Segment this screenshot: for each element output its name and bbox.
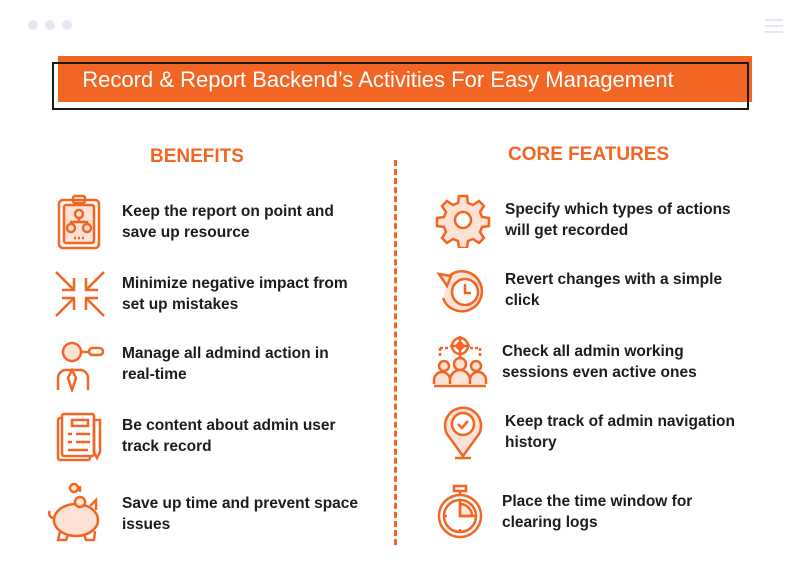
feature-item: Specify which types of actions will get … [435, 192, 745, 250]
feature-text: Place the time window for clearing logs [502, 493, 693, 531]
benefit-item: Save up time and prevent space issues [44, 482, 362, 546]
benefit-text: Save up time and prevent space issues [122, 495, 359, 533]
banner-title: Record & Report Backend’s Activities For… [82, 67, 674, 92]
feature-item: Check all admin working sessions even ac… [432, 334, 742, 390]
stopwatch-icon [432, 484, 488, 540]
feature-item: Keep track of admin navigation history [435, 404, 745, 460]
feature-item: Revert changes with a simple click [435, 262, 745, 318]
feature-text: Revert changes with a simple click [505, 271, 723, 309]
feature-text: Check all admin working sessions even ac… [502, 343, 697, 381]
benefits-title: BENEFITS [150, 146, 244, 167]
benefit-text: Be content about admin user track record [122, 417, 336, 455]
feature-item: Place the time window for clearing logs [432, 484, 742, 540]
benefit-text: Minimize negative impact from set up mis… [122, 275, 348, 313]
benefit-item: Keep the report on point and save up res… [52, 194, 362, 250]
arrows-inward-icon [52, 266, 108, 322]
revert-clock-icon [435, 262, 491, 318]
benefit-text: Keep the report on point and save up res… [122, 203, 334, 241]
target-users-icon [432, 334, 488, 390]
location-check-icon [435, 404, 491, 460]
hamburger-icon[interactable] [765, 19, 783, 37]
window-dot[interactable] [62, 20, 72, 30]
core-features-title: CORE FEATURES [508, 144, 670, 165]
admin-search-icon [52, 336, 108, 394]
benefit-item: Be content about admin user track record [52, 408, 362, 464]
feature-text: Keep track of admin navigation history [505, 413, 735, 451]
gear-icon [435, 192, 491, 250]
benefit-text: Manage all admind action in real-time [122, 345, 329, 383]
document-pen-icon [52, 408, 108, 464]
clipboard-org-chart-icon [52, 194, 108, 250]
feature-text: Specify which types of actions will get … [505, 201, 731, 239]
piggy-bank-icon [44, 482, 108, 546]
column-divider [394, 160, 397, 545]
window-dot[interactable] [28, 20, 38, 30]
benefit-item: Minimize negative impact from set up mis… [52, 266, 362, 322]
window-dot[interactable] [45, 20, 55, 30]
benefit-item: Manage all admind action in real-time [52, 336, 362, 394]
window-controls [28, 20, 72, 30]
